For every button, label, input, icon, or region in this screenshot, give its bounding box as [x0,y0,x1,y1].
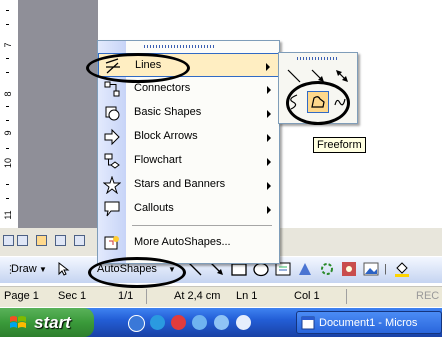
ruler-label: 9 [3,130,13,136]
status-section: Sec 1 [58,290,87,302]
wordart-icon[interactable] [296,260,314,278]
picture-icon[interactable] [362,260,380,278]
submenu-arrow-icon [267,206,271,214]
clip-art-icon[interactable] [340,260,358,278]
start-button[interactable]: start [0,308,94,337]
normal-view-button[interactable] [3,235,14,246]
media-player-icon[interactable] [171,315,186,330]
ruler-tick [6,10,9,11]
ruler-label: 8 [3,91,13,97]
submenu-arrow-icon [266,63,270,71]
submenu-tearoff-grip[interactable] [297,57,337,60]
internet-explorer-icon[interactable] [150,315,165,330]
ruler-tick [6,120,9,121]
menu-item-label: Block Arrows [134,130,198,142]
status-separator [346,289,347,304]
menu-item-more-autoshapes[interactable]: More AutoShapes... [98,231,279,255]
submenu-arrow-icon [267,158,271,166]
ruler-tick [6,58,9,59]
status-line: Ln 1 [236,290,258,302]
annotation-circle-autoshapes [88,257,186,288]
menu-tearoff-grip[interactable] [144,45,216,48]
ruler-tick [6,72,9,73]
windows-logo-icon [10,316,26,328]
ruler-tick [6,148,9,149]
ruler-label: 10 [3,158,13,169]
ruler-tick [6,24,9,25]
block-arrows-icon [104,128,120,146]
callouts-icon [104,201,120,217]
reading-view-button[interactable] [74,235,85,246]
page-margin-area [18,0,98,228]
clip-art-icon [104,236,119,250]
status-rec: REC [416,290,440,302]
search-icon[interactable] [192,315,207,330]
status-bar: Page 1 Sec 1 1/1 At 2,4 cm Ln 1 Col 1 RE… [0,286,442,307]
ruler-tick [6,184,9,185]
menu-item-callouts[interactable]: Callouts [98,197,279,221]
fill-color-icon[interactable] [393,260,411,278]
annotation-circle-lines [86,53,190,83]
menu-item-block-arrows[interactable]: Block Arrows [98,125,279,149]
status-separator [146,289,147,304]
word-document-icon [301,316,315,330]
ruler-tick [6,198,9,199]
start-label: start [34,313,71,332]
status-column: Col 1 [294,290,320,302]
stars-banners-icon [103,176,121,194]
toolbar-separator: | [384,263,387,275]
freeform-tooltip: Freeform [313,137,366,153]
taskbar-document-button[interactable]: Document1 - Micros [296,311,442,334]
annotation-circle-freeform [286,81,350,125]
flowchart-icon [104,153,120,169]
submenu-arrow-icon [267,134,271,142]
taskbar-document-label: Document1 - Micros [319,317,418,329]
menu-item-label: Flowchart [134,154,182,166]
quicklaunch-icon[interactable] [236,315,251,330]
menu-item-flowchart[interactable]: Flowchart [98,149,279,173]
chevron-down-icon: ▼ [39,265,47,274]
menu-separator [132,225,272,226]
status-pages: 1/1 [118,290,134,302]
status-at: At 2,4 cm [174,290,221,302]
menu-item-stars-and-banners[interactable]: Stars and Banners [98,173,279,197]
menu-item-label: Connectors [134,82,191,94]
submenu-arrow-icon [267,182,271,190]
print-layout-button[interactable] [36,235,47,246]
web-layout-button[interactable] [17,235,28,246]
vertical-ruler: 7 8 9 10 11 [0,0,19,228]
menu-item-label: Stars and Banners [134,178,226,190]
menu-item-label: Callouts [134,202,174,214]
outline-view-button[interactable] [55,235,66,246]
basic-shapes-icon [105,106,120,121]
taskbar: start Document1 - Micros [0,308,442,337]
submenu-arrow-icon [267,86,271,94]
connectors-icon [104,81,120,97]
submenu-arrow-icon [267,110,271,118]
browser-icon[interactable] [214,315,229,330]
quicklaunch-icon[interactable] [128,315,145,332]
select-objects-icon[interactable] [54,260,72,278]
menu-item-label: More AutoShapes... [134,236,231,248]
draw-menu-button[interactable]: Draw [11,263,37,275]
ruler-tick [6,106,9,107]
ruler-label: 11 [3,210,13,220]
menu-item-label: Basic Shapes [134,106,202,118]
ruler-label: 7 [3,42,13,48]
diagram-icon[interactable] [318,260,336,278]
menu-item-basic-shapes[interactable]: Basic Shapes [98,101,279,125]
status-page: Page 1 [4,290,39,302]
